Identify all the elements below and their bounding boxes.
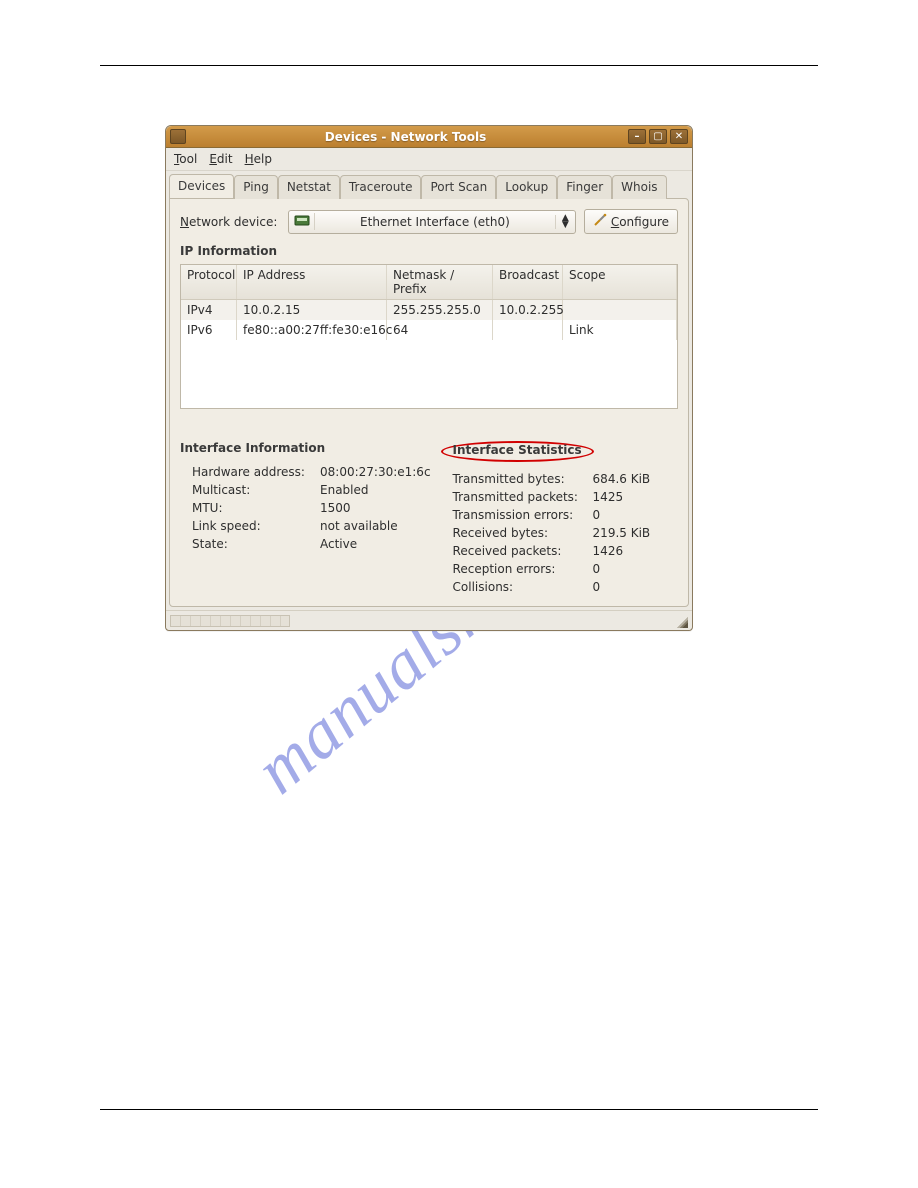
statusbar: [166, 610, 692, 630]
kv-key: Collisions:: [453, 580, 593, 594]
kv-row: Received bytes:219.5 KiB: [441, 524, 678, 542]
document-page: manualshive.com Devices - Network Tools …: [0, 0, 918, 1188]
cell-scope: Link: [563, 320, 677, 340]
tab-ping[interactable]: Ping: [234, 175, 278, 199]
cell-ip: fe80::a00:27ff:fe30:e16c: [237, 320, 387, 340]
interface-information: Interface Information Hardware address:0…: [180, 437, 431, 596]
cell-netmask: 64: [387, 320, 493, 340]
tab-netstat[interactable]: Netstat: [278, 175, 340, 199]
highlight-ellipse: Interface Statistics: [441, 441, 594, 462]
tab-finger[interactable]: Finger: [557, 175, 612, 199]
col-ip[interactable]: IP Address: [237, 265, 387, 299]
network-device-value: Ethernet Interface (eth0): [315, 215, 555, 229]
progress-slot: [170, 615, 290, 627]
cell-ip: 10.0.2.15: [237, 300, 387, 320]
tab-devices[interactable]: Devices: [169, 174, 234, 198]
kv-key: MTU:: [192, 501, 320, 515]
kv-value: 0: [593, 508, 678, 522]
ip-table-body: IPv4 10.0.2.15 255.255.255.0 10.0.2.255 …: [181, 300, 677, 408]
tab-traceroute[interactable]: Traceroute: [340, 175, 422, 199]
titlebar[interactable]: Devices - Network Tools – ▢ ✕: [166, 126, 692, 148]
ip-row[interactable]: IPv4 10.0.2.15 255.255.255.0 10.0.2.255: [181, 300, 677, 320]
kv-row: Multicast:Enabled: [180, 481, 431, 499]
kv-value: 1425: [593, 490, 678, 504]
network-device-row: Network device: Ethernet Interface (eth0…: [180, 209, 678, 234]
kv-key: Link speed:: [192, 519, 320, 533]
wrench-icon: [593, 213, 607, 230]
kv-value: 1426: [593, 544, 678, 558]
menubar: Tool Edit Help: [166, 148, 692, 171]
info-columns: Interface Information Hardware address:0…: [180, 437, 678, 596]
configure-button-label: Configure: [611, 215, 669, 229]
tab-content-devices: Network device: Ethernet Interface (eth0…: [169, 198, 689, 607]
kv-row: Link speed:not available: [180, 517, 431, 535]
interface-information-heading: Interface Information: [180, 441, 431, 455]
network-device-select[interactable]: Ethernet Interface (eth0) ▲▼: [288, 210, 576, 234]
menu-help[interactable]: Help: [245, 152, 272, 166]
kv-value: 0: [593, 580, 678, 594]
tab-bar: Devices Ping Netstat Traceroute Port Sca…: [166, 171, 692, 198]
tab-whois[interactable]: Whois: [612, 175, 666, 199]
kv-row: Hardware address:08:00:27:30:e1:6c: [180, 463, 431, 481]
close-button[interactable]: ✕: [670, 129, 688, 144]
ip-row[interactable]: IPv6 fe80::a00:27ff:fe30:e16c 64 Link: [181, 320, 677, 340]
kv-row: Received packets:1426: [441, 542, 678, 560]
cell-protocol: IPv6: [181, 320, 237, 340]
kv-value: 1500: [320, 501, 431, 515]
kv-key: Received packets:: [453, 544, 593, 558]
kv-row: Collisions:0: [441, 578, 678, 596]
chevron-updown-icon: ▲▼: [555, 215, 575, 229]
tab-lookup[interactable]: Lookup: [496, 175, 557, 199]
cell-broadcast: 10.0.2.255: [493, 300, 563, 320]
cell-protocol: IPv4: [181, 300, 237, 320]
col-broadcast[interactable]: Broadcast: [493, 265, 563, 299]
menu-edit[interactable]: Edit: [209, 152, 232, 166]
ip-table-header: Protocol IP Address Netmask / Prefix Bro…: [181, 265, 677, 300]
kv-value: Enabled: [320, 483, 431, 497]
ethernet-icon: [289, 213, 315, 230]
menu-tool[interactable]: Tool: [174, 152, 197, 166]
kv-value: 08:00:27:30:e1:6c: [320, 465, 431, 479]
ip-table: Protocol IP Address Netmask / Prefix Bro…: [180, 264, 678, 409]
kv-key: Reception errors:: [453, 562, 593, 576]
kv-row: Transmission errors:0: [441, 506, 678, 524]
kv-row: Transmitted bytes:684.6 KiB: [441, 470, 678, 488]
kv-key: Multicast:: [192, 483, 320, 497]
cell-netmask: 255.255.255.0: [387, 300, 493, 320]
tab-port-scan[interactable]: Port Scan: [421, 175, 496, 199]
kv-key: Transmitted bytes:: [453, 472, 593, 486]
col-protocol[interactable]: Protocol: [181, 265, 237, 299]
col-netmask[interactable]: Netmask / Prefix: [387, 265, 493, 299]
kv-value: 219.5 KiB: [593, 526, 678, 540]
kv-row: Transmitted packets:1425: [441, 488, 678, 506]
cell-broadcast: [493, 320, 563, 340]
minimize-button[interactable]: –: [628, 129, 646, 144]
kv-row: Reception errors:0: [441, 560, 678, 578]
kv-row: MTU:1500: [180, 499, 431, 517]
kv-value: not available: [320, 519, 431, 533]
kv-key: Received bytes:: [453, 526, 593, 540]
ip-information-heading: IP Information: [180, 244, 678, 258]
kv-value: 0: [593, 562, 678, 576]
kv-key: Hardware address:: [192, 465, 320, 479]
network-device-label: Network device:: [180, 215, 280, 229]
window-menu-icon[interactable]: [170, 129, 186, 144]
divider-bottom: [100, 1109, 818, 1110]
divider-top: [100, 65, 818, 66]
interface-statistics: Interface Statistics Transmitted bytes:6…: [441, 437, 678, 596]
configure-button[interactable]: Configure: [584, 209, 678, 234]
kv-key: Transmission errors:: [453, 508, 593, 522]
interface-statistics-heading: Interface Statistics: [441, 441, 678, 462]
kv-key: State:: [192, 537, 320, 551]
col-scope[interactable]: Scope: [563, 265, 677, 299]
kv-row: State:Active: [180, 535, 431, 553]
resize-grip[interactable]: [674, 614, 688, 628]
kv-key: Transmitted packets:: [453, 490, 593, 504]
maximize-button[interactable]: ▢: [649, 129, 667, 144]
window-title: Devices - Network Tools: [186, 130, 625, 144]
kv-value: 684.6 KiB: [593, 472, 678, 486]
cell-scope: [563, 300, 677, 320]
app-window: Devices - Network Tools – ▢ ✕ Tool Edit …: [165, 125, 693, 631]
kv-value: Active: [320, 537, 431, 551]
